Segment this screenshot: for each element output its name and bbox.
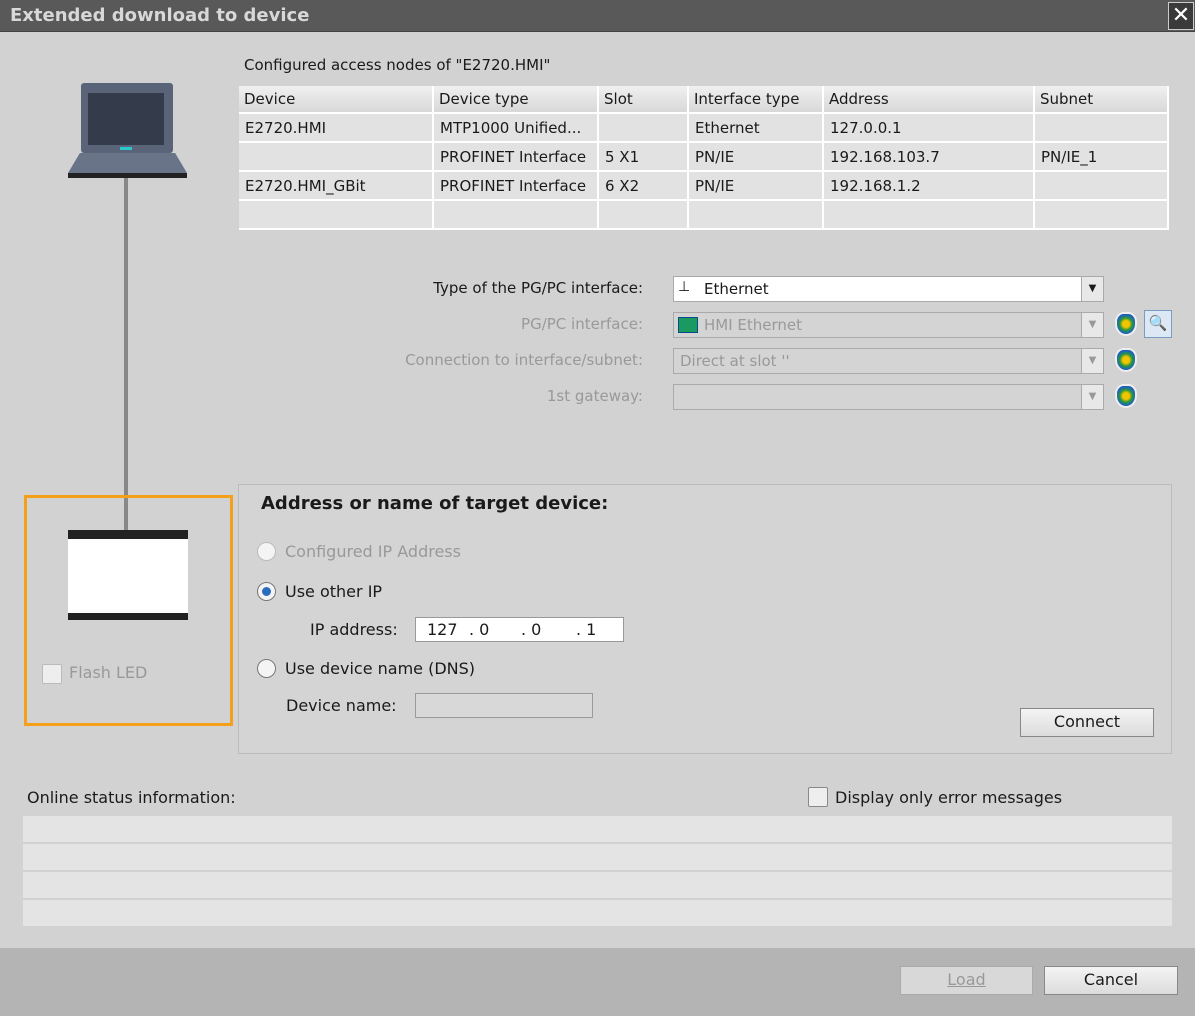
ip-octet[interactable]: 127 bbox=[427, 620, 458, 639]
window-title: Extended download to device bbox=[10, 5, 310, 26]
pgpc-interface-dropdown[interactable]: HMI Ethernet ▼ bbox=[673, 312, 1104, 338]
cell bbox=[688, 199, 824, 230]
configured-ip-label: Configured IP Address bbox=[285, 542, 461, 561]
device-name-label: Device name: bbox=[286, 696, 397, 715]
column-header[interactable]: Device bbox=[239, 86, 434, 113]
cell bbox=[1034, 170, 1169, 201]
cell: PN/IE bbox=[688, 141, 824, 172]
nodes-caption: Configured access nodes of "E2720.HMI" bbox=[244, 56, 551, 74]
dropdown-value: HMI Ethernet bbox=[704, 316, 803, 334]
other-ip-radio[interactable] bbox=[257, 582, 276, 601]
cell bbox=[433, 199, 599, 230]
pgpc-laptop-icon bbox=[68, 83, 187, 178]
error-only-label: Display only error messages bbox=[835, 788, 1063, 807]
access-nodes-table: Device Device type Slot Interface type Addre… bbox=[239, 86, 1169, 230]
cell: MTP1000 Unified... bbox=[433, 112, 599, 143]
cell bbox=[598, 199, 689, 230]
cell: Ethernet bbox=[688, 112, 824, 143]
cell: 192.168.1.2 bbox=[823, 170, 1035, 201]
cell bbox=[1034, 199, 1169, 230]
hmi-device-icon bbox=[68, 530, 188, 620]
shield-icon[interactable] bbox=[1115, 312, 1137, 336]
table-row[interactable]: E2720.HMI MTP1000 Unified... Ethernet 127.0… bbox=[239, 112, 1169, 143]
connection-line bbox=[124, 178, 128, 530]
pgpc-interface-label: PG/PC interface: bbox=[521, 315, 643, 333]
network-card-icon bbox=[678, 317, 698, 333]
flash-led-checkbox[interactable] bbox=[42, 664, 62, 684]
shield-icon[interactable] bbox=[1115, 348, 1137, 372]
gateway-label: 1st gateway: bbox=[546, 387, 643, 405]
device-name-input[interactable] bbox=[415, 693, 593, 718]
chevron-down-icon[interactable]: ▼ bbox=[1081, 277, 1103, 301]
configured-ip-radio[interactable] bbox=[257, 542, 276, 561]
ip-octet[interactable]: . 0 bbox=[469, 620, 489, 639]
connect-button[interactable]: Connect bbox=[1020, 708, 1154, 737]
status-row bbox=[23, 900, 1172, 926]
ethernet-icon: ⊥ bbox=[678, 279, 691, 295]
chevron-down-icon[interactable]: ▼ bbox=[1081, 349, 1103, 373]
cell bbox=[598, 112, 689, 143]
load-button[interactable]: Load bbox=[900, 966, 1033, 995]
table-header: Device Device type Slot Interface type Addre… bbox=[239, 86, 1169, 113]
cell bbox=[239, 199, 434, 230]
interface-type-dropdown[interactable]: ⊥ Ethernet ▼ bbox=[673, 276, 1104, 302]
dns-label: Use device name (DNS) bbox=[285, 659, 476, 678]
connection-label: Connection to interface/subnet: bbox=[405, 351, 643, 369]
online-status-label: Online status information: bbox=[27, 788, 236, 807]
chevron-down-icon[interactable]: ▼ bbox=[1081, 385, 1103, 409]
table-row[interactable]: E2720.HMI_GBit PROFINET Interface 6 X2 PN/I… bbox=[239, 170, 1169, 201]
column-header[interactable]: Device type bbox=[433, 86, 599, 113]
status-row bbox=[23, 816, 1172, 842]
ip-octet[interactable]: . 0 bbox=[521, 620, 541, 639]
cell: PROFINET Interface bbox=[433, 141, 599, 172]
status-row bbox=[23, 872, 1172, 898]
flash-led-label: Flash LED bbox=[69, 663, 148, 682]
connection-dropdown[interactable]: Direct at slot '' ▼ bbox=[673, 348, 1104, 374]
cell bbox=[239, 141, 434, 172]
column-header[interactable]: Interface type bbox=[688, 86, 824, 113]
cell bbox=[823, 199, 1035, 230]
cell: E2720.HMI bbox=[239, 112, 434, 143]
column-header[interactable]: Slot bbox=[598, 86, 689, 113]
column-header[interactable]: Address bbox=[823, 86, 1035, 113]
interface-type-label: Type of the PG/PC interface: bbox=[433, 279, 643, 297]
gateway-dropdown[interactable]: ▼ bbox=[673, 384, 1104, 410]
cell: 6 X2 bbox=[598, 170, 689, 201]
table-row[interactable]: PROFINET Interface 5 X1 PN/IE 192.168.103.7… bbox=[239, 141, 1169, 172]
cell: 127.0.0.1 bbox=[823, 112, 1035, 143]
cancel-button[interactable]: Cancel bbox=[1044, 966, 1178, 995]
status-row bbox=[23, 844, 1172, 870]
ip-octet[interactable]: . 1 bbox=[576, 620, 596, 639]
cell bbox=[1034, 112, 1169, 143]
ip-address-label: IP address: bbox=[310, 620, 398, 639]
cell: E2720.HMI_GBit bbox=[239, 170, 434, 201]
dropdown-value: Ethernet bbox=[704, 280, 769, 298]
dns-radio[interactable] bbox=[257, 659, 276, 678]
cell: PROFINET Interface bbox=[433, 170, 599, 201]
shield-icon[interactable] bbox=[1115, 384, 1137, 408]
dropdown-value: Direct at slot '' bbox=[680, 352, 790, 370]
error-only-checkbox[interactable] bbox=[808, 787, 828, 807]
cell: PN/IE_1 bbox=[1034, 141, 1169, 172]
table-row[interactable] bbox=[239, 199, 1169, 230]
cell: 5 X1 bbox=[598, 141, 689, 172]
chevron-down-icon[interactable]: ▼ bbox=[1081, 313, 1103, 337]
target-panel-title: Address or name of target device: bbox=[261, 493, 609, 514]
cell: PN/IE bbox=[688, 170, 824, 201]
search-devices-button[interactable]: 🔍 bbox=[1144, 310, 1172, 338]
other-ip-label: Use other IP bbox=[285, 582, 383, 601]
close-button[interactable]: ✕ bbox=[1168, 2, 1194, 30]
column-header[interactable]: Subnet bbox=[1034, 86, 1169, 113]
ip-address-input[interactable]: 127 . 0 . 0 . 1 bbox=[415, 617, 624, 642]
cell: 192.168.103.7 bbox=[823, 141, 1035, 172]
